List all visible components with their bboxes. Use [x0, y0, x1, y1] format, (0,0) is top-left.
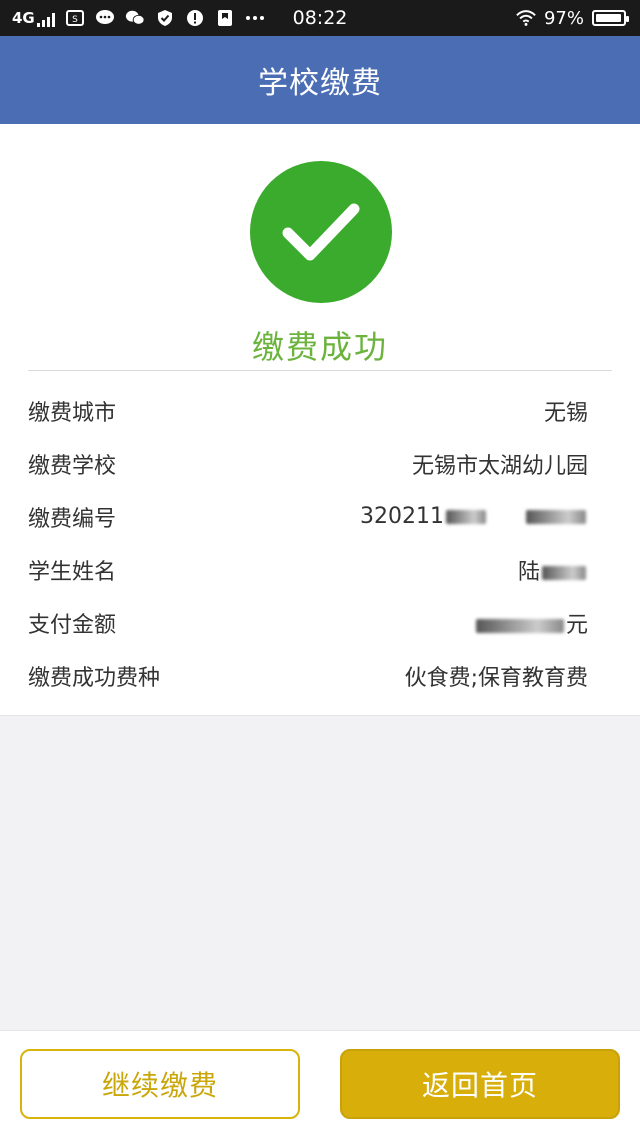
detail-list: 缴费城市 无锡 缴费学校 无锡市太湖幼儿园 缴费编号 320211 学生姓名 陆… [0, 384, 640, 702]
shield-icon [155, 9, 175, 27]
detail-value-wrap: 320211 [360, 504, 588, 529]
detail-value: 320211 [360, 504, 444, 529]
detail-label: 支付金额 [28, 612, 117, 638]
detail-label: 缴费成功费种 [28, 665, 161, 691]
network-type: 4G [12, 9, 35, 27]
battery-icon [592, 10, 629, 26]
detail-row-amount: 支付金额 元 [0, 596, 640, 649]
detail-label: 缴费学校 [28, 453, 117, 479]
redacted-mark [475, 618, 564, 633]
detail-row-city: 缴费城市 无锡 [0, 384, 640, 437]
detail-row-school: 缴费学校 无锡市太湖幼儿园 [0, 437, 640, 490]
success-title: 缴费成功 [251, 328, 388, 366]
wifi-icon [516, 9, 536, 27]
detail-value-wrap: 元 [474, 607, 588, 639]
status-bar: 4G S 08:22 97% [0, 0, 640, 36]
redacted-mark [526, 510, 586, 524]
svg-text:S: S [72, 15, 78, 25]
alert-icon [185, 9, 205, 27]
detail-value: 陆 [517, 559, 540, 585]
bottom-action-bar: 继续缴费 返回首页 [0, 1030, 640, 1137]
app-header: 学校缴费 [0, 36, 640, 124]
page-title: 学校缴费 [258, 66, 382, 101]
chat-bubble-icon [95, 9, 115, 27]
detail-value: 元 [565, 612, 588, 638]
back-home-button[interactable]: 返回首页 [340, 1049, 620, 1119]
detail-row-number: 缴费编号 320211 [0, 490, 640, 543]
detail-label: 缴费城市 [28, 400, 117, 426]
continue-payment-button[interactable]: 继续缴费 [20, 1049, 300, 1119]
detail-row-fee-types: 缴费成功费种 伙食费;保育教育费 [0, 649, 640, 702]
signal-icon: 4G [12, 9, 55, 27]
detail-value-wrap: 陆 [518, 554, 588, 586]
more-icon [245, 9, 265, 27]
detail-row-student: 学生姓名 陆 [0, 543, 640, 596]
detail-label: 缴费编号 [28, 506, 117, 532]
wechat-icon [125, 9, 145, 27]
sim-icon: S [65, 9, 85, 27]
detail-value: 伙食费;保育教育费 [404, 665, 588, 691]
payment-result-card: 缴费成功 缴费城市 无锡 缴费学校 无锡市太湖幼儿园 缴费编号 320211 学… [0, 124, 640, 716]
divider [28, 370, 612, 371]
redacted-mark [446, 510, 486, 524]
redacted-mark [542, 565, 586, 580]
checkmark-icon [250, 161, 392, 303]
detail-value: 无锡 [543, 400, 588, 426]
detail-value: 无锡市太湖幼儿园 [411, 453, 588, 479]
status-right-icons: 97% [516, 8, 640, 29]
bookmark-icon [215, 9, 235, 27]
battery-percent: 97% [543, 7, 584, 29]
status-left-icons: 4G S [0, 9, 265, 27]
detail-label: 学生姓名 [28, 559, 117, 585]
